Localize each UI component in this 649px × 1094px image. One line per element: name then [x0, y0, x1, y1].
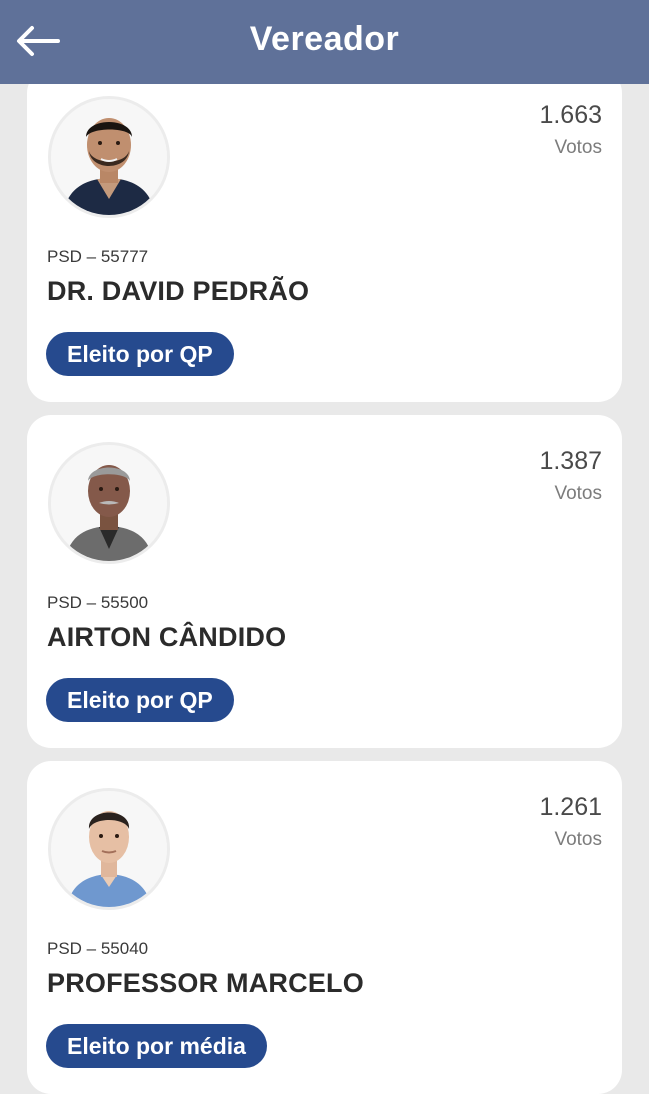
candidate-card[interactable]: 1.261 Votos PSD – 55040 PROFESSOR MARCEL…	[27, 761, 622, 1094]
votes-count: 1.261	[539, 793, 602, 821]
status-badge: Eleito por QP	[46, 332, 234, 376]
votes-label: Votos	[554, 137, 602, 158]
page-title: Vereador	[249, 20, 400, 58]
votes-count: 1.387	[539, 447, 602, 475]
candidate-card[interactable]: 1.663 Votos PSD – 55777 DR. DAVID PEDRÃO…	[27, 69, 622, 402]
votes-count: 1.663	[539, 101, 602, 129]
candidate-name: AIRTON CÂNDIDO	[47, 622, 287, 652]
candidate-list: 1.663 Votos PSD – 55777 DR. DAVID PEDRÃO…	[0, 0, 649, 1094]
party-number: PSD – 55777	[47, 247, 149, 266]
candidate-photo	[48, 96, 170, 218]
party-number: PSD – 55500	[47, 593, 149, 612]
candidate-card[interactable]: 1.387 Votos PSD – 55500 AIRTON CÂNDIDO E…	[27, 415, 622, 748]
votes-label: Votos	[554, 483, 602, 504]
status-badge: Eleito por QP	[46, 678, 234, 722]
candidate-photo	[48, 442, 170, 564]
candidate-name: PROFESSOR MARCELO	[47, 968, 364, 998]
status-badge: Eleito por média	[46, 1024, 267, 1068]
votes-label: Votos	[554, 829, 602, 850]
candidate-photo	[48, 788, 170, 910]
app-header: Vereador	[0, 0, 649, 84]
candidate-name: DR. DAVID PEDRÃO	[47, 276, 310, 306]
party-number: PSD – 55040	[47, 939, 149, 958]
